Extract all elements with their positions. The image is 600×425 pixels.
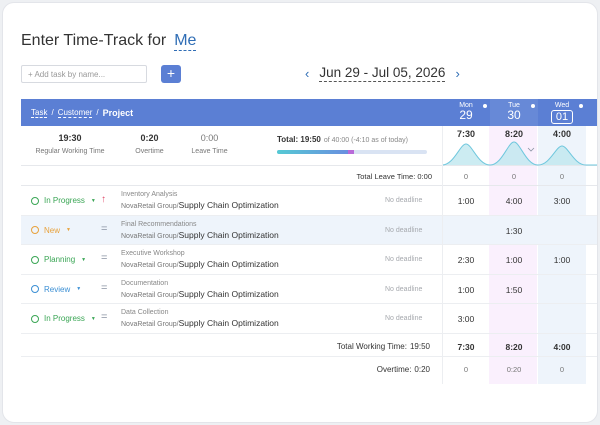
table-row[interactable]: Review ▼ = Documentation NovaRetail Grou… [21, 275, 597, 304]
timesheet-grid: Task / Customer / Project Mon 29 Tue 30 … [21, 99, 597, 384]
table-row[interactable]: In Progress ▼ = Data Collection NovaReta… [21, 304, 597, 334]
caret-down-icon: ▼ [76, 286, 82, 292]
caret-down-icon: ▼ [90, 197, 96, 204]
task-name: Inventory Analysis [121, 191, 178, 198]
grid-header: Task / Customer / Project Mon 29 Tue 30 … [21, 99, 597, 126]
leave-time: 0:00 Leave Time [191, 133, 228, 155]
time-entry-cell[interactable]: 3:00 [538, 196, 586, 206]
task-rows: In Progress ▼ ↑ Inventory Analysis NovaR… [21, 186, 597, 334]
caret-down-icon: ▼ [90, 315, 96, 322]
overtime-fill [347, 150, 354, 154]
customer-name: NovaRetail Group [121, 203, 177, 210]
add-task-button[interactable]: + [161, 65, 181, 83]
day-total-wed: 4:00 [552, 129, 571, 139]
deadline[interactable]: No deadline [385, 197, 422, 204]
status-dropdown[interactable]: Planning ▼ [31, 255, 86, 264]
task-name: Documentation [121, 279, 169, 287]
dot-icon [483, 104, 487, 108]
task-name: Final Recommendations [121, 220, 197, 228]
deadline[interactable]: No deadline [385, 286, 422, 293]
time-entry-cell[interactable]: 1:00 [538, 255, 586, 265]
time-entry-cell[interactable]: 1:00 [490, 255, 538, 265]
status-icon [31, 255, 39, 264]
status-dropdown[interactable]: Review ▼ [31, 285, 81, 294]
day-total-mon: 7:30 [456, 129, 475, 139]
table-row[interactable]: New ▼ = Final Recommendations NovaRetail… [21, 215, 597, 245]
day-header-wed[interactable]: Wed 01 [538, 99, 586, 126]
task-name: Executive Workshop [121, 250, 185, 257]
day-total-tue: 8:20 [504, 129, 523, 139]
hours-sparkline [442, 141, 597, 166]
date-range-picker[interactable]: Jun 29 - Jul 05, 2026 [319, 65, 446, 82]
task-info[interactable]: Data Collection NovaRetail Group/Supply … [121, 309, 279, 328]
time-entry-cell[interactable]: 1:00 [442, 285, 490, 295]
caret-down-icon: ▼ [81, 256, 87, 263]
status-icon [31, 314, 39, 323]
task-info[interactable]: Documentation NovaRetail Group/Supply Ch… [121, 280, 279, 299]
sort-project[interactable]: Project [103, 108, 134, 118]
customer-name: NovaRetail Group [121, 291, 177, 299]
leave-row: Total Leave Time: 0:00 0 0 0 [21, 166, 597, 186]
dot-icon [579, 104, 583, 108]
dot-icon [531, 104, 535, 108]
project-name: Supply Chain Optimization [178, 318, 279, 328]
footer-working-row: Total Working Time: 19:50 7:30 8:20 4:00 [21, 334, 597, 357]
chevron-right-icon[interactable]: › [455, 66, 459, 81]
time-entry-cell[interactable]: 4:00 [490, 196, 538, 206]
table-row[interactable]: In Progress ▼ ↑ Inventory Analysis NovaR… [21, 186, 597, 216]
project-name: Supply Chain Optimization [178, 288, 279, 299]
chevron-left-icon[interactable]: ‹ [305, 66, 309, 81]
customer-name: NovaRetail Group [121, 321, 177, 328]
task-info[interactable]: Final Recommendations NovaRetail Group/S… [121, 221, 279, 240]
project-name: Supply Chain Optimization [178, 229, 279, 240]
time-entry-cell[interactable]: 2:30 [442, 255, 490, 265]
priority-normal-icon[interactable]: = [101, 223, 107, 235]
date-navigation: ‹ Jun 29 - Jul 05, 2026 › [305, 65, 460, 82]
customer-name: NovaRetail Group [121, 232, 177, 240]
status-dropdown[interactable]: New ▼ [31, 226, 71, 235]
page-title: Enter Time-Track for Me [21, 32, 197, 51]
project-name: Supply Chain Optimization [178, 200, 279, 210]
time-entry-cell[interactable]: 1:00 [442, 196, 490, 206]
total-progress-bar [277, 150, 427, 154]
regular-time: 19:30 Regular Working Time [35, 133, 105, 155]
status-icon [31, 196, 39, 205]
day-header-tue[interactable]: Tue 30 [490, 99, 538, 126]
time-entry-cell[interactable]: 1:50 [490, 285, 538, 295]
add-task-input[interactable]: + Add task by name... [21, 65, 147, 83]
status-icon [31, 226, 39, 234]
priority-high-icon[interactable]: ↑ [101, 194, 106, 205]
priority-normal-icon[interactable]: = [101, 252, 107, 264]
progress-fill [277, 150, 351, 154]
day-header-mon[interactable]: Mon 29 [442, 99, 490, 126]
footer-overtime-row: Overtime: 0:20 0 0:20 0 [376, 364, 565, 374]
task-info[interactable]: Executive Workshop NovaRetail Group/Supp… [121, 250, 279, 269]
sort-customer[interactable]: Customer [57, 108, 93, 118]
deadline[interactable]: No deadline [385, 227, 422, 234]
total-time: Total: 19:50 of 40:00 (-4:10 as of today) [277, 135, 408, 144]
time-entry-cell[interactable]: 1:30 [490, 226, 538, 236]
sort-task[interactable]: Task [31, 108, 48, 118]
table-row[interactable]: Planning ▼ = Executive Workshop NovaReta… [21, 245, 597, 275]
project-name: Supply Chain Optimization [178, 259, 279, 269]
time-entry-cell[interactable]: 3:00 [442, 314, 490, 324]
status-icon [31, 285, 39, 293]
task-name: Data Collection [121, 309, 169, 316]
status-dropdown[interactable]: In Progress ▼ [31, 314, 96, 323]
task-info[interactable]: Inventory Analysis NovaRetail Group/Supp… [121, 191, 279, 210]
priority-normal-icon[interactable]: = [101, 311, 107, 323]
customer-name: NovaRetail Group [121, 262, 177, 269]
deadline[interactable]: No deadline [385, 256, 422, 263]
summary-row: 19:30 Regular Working Time 0:20 Overtime… [21, 126, 597, 166]
timetrack-card: Enter Time-Track for Me + Add task by na… [2, 2, 598, 423]
deadline[interactable]: No deadline [385, 315, 422, 322]
user-selector[interactable]: Me [174, 32, 197, 51]
priority-normal-icon[interactable]: = [101, 282, 107, 294]
status-dropdown[interactable]: In Progress ▼ [31, 196, 96, 205]
caret-down-icon: ▼ [66, 227, 71, 233]
overtime: 0:20 Overtime [135, 133, 164, 155]
